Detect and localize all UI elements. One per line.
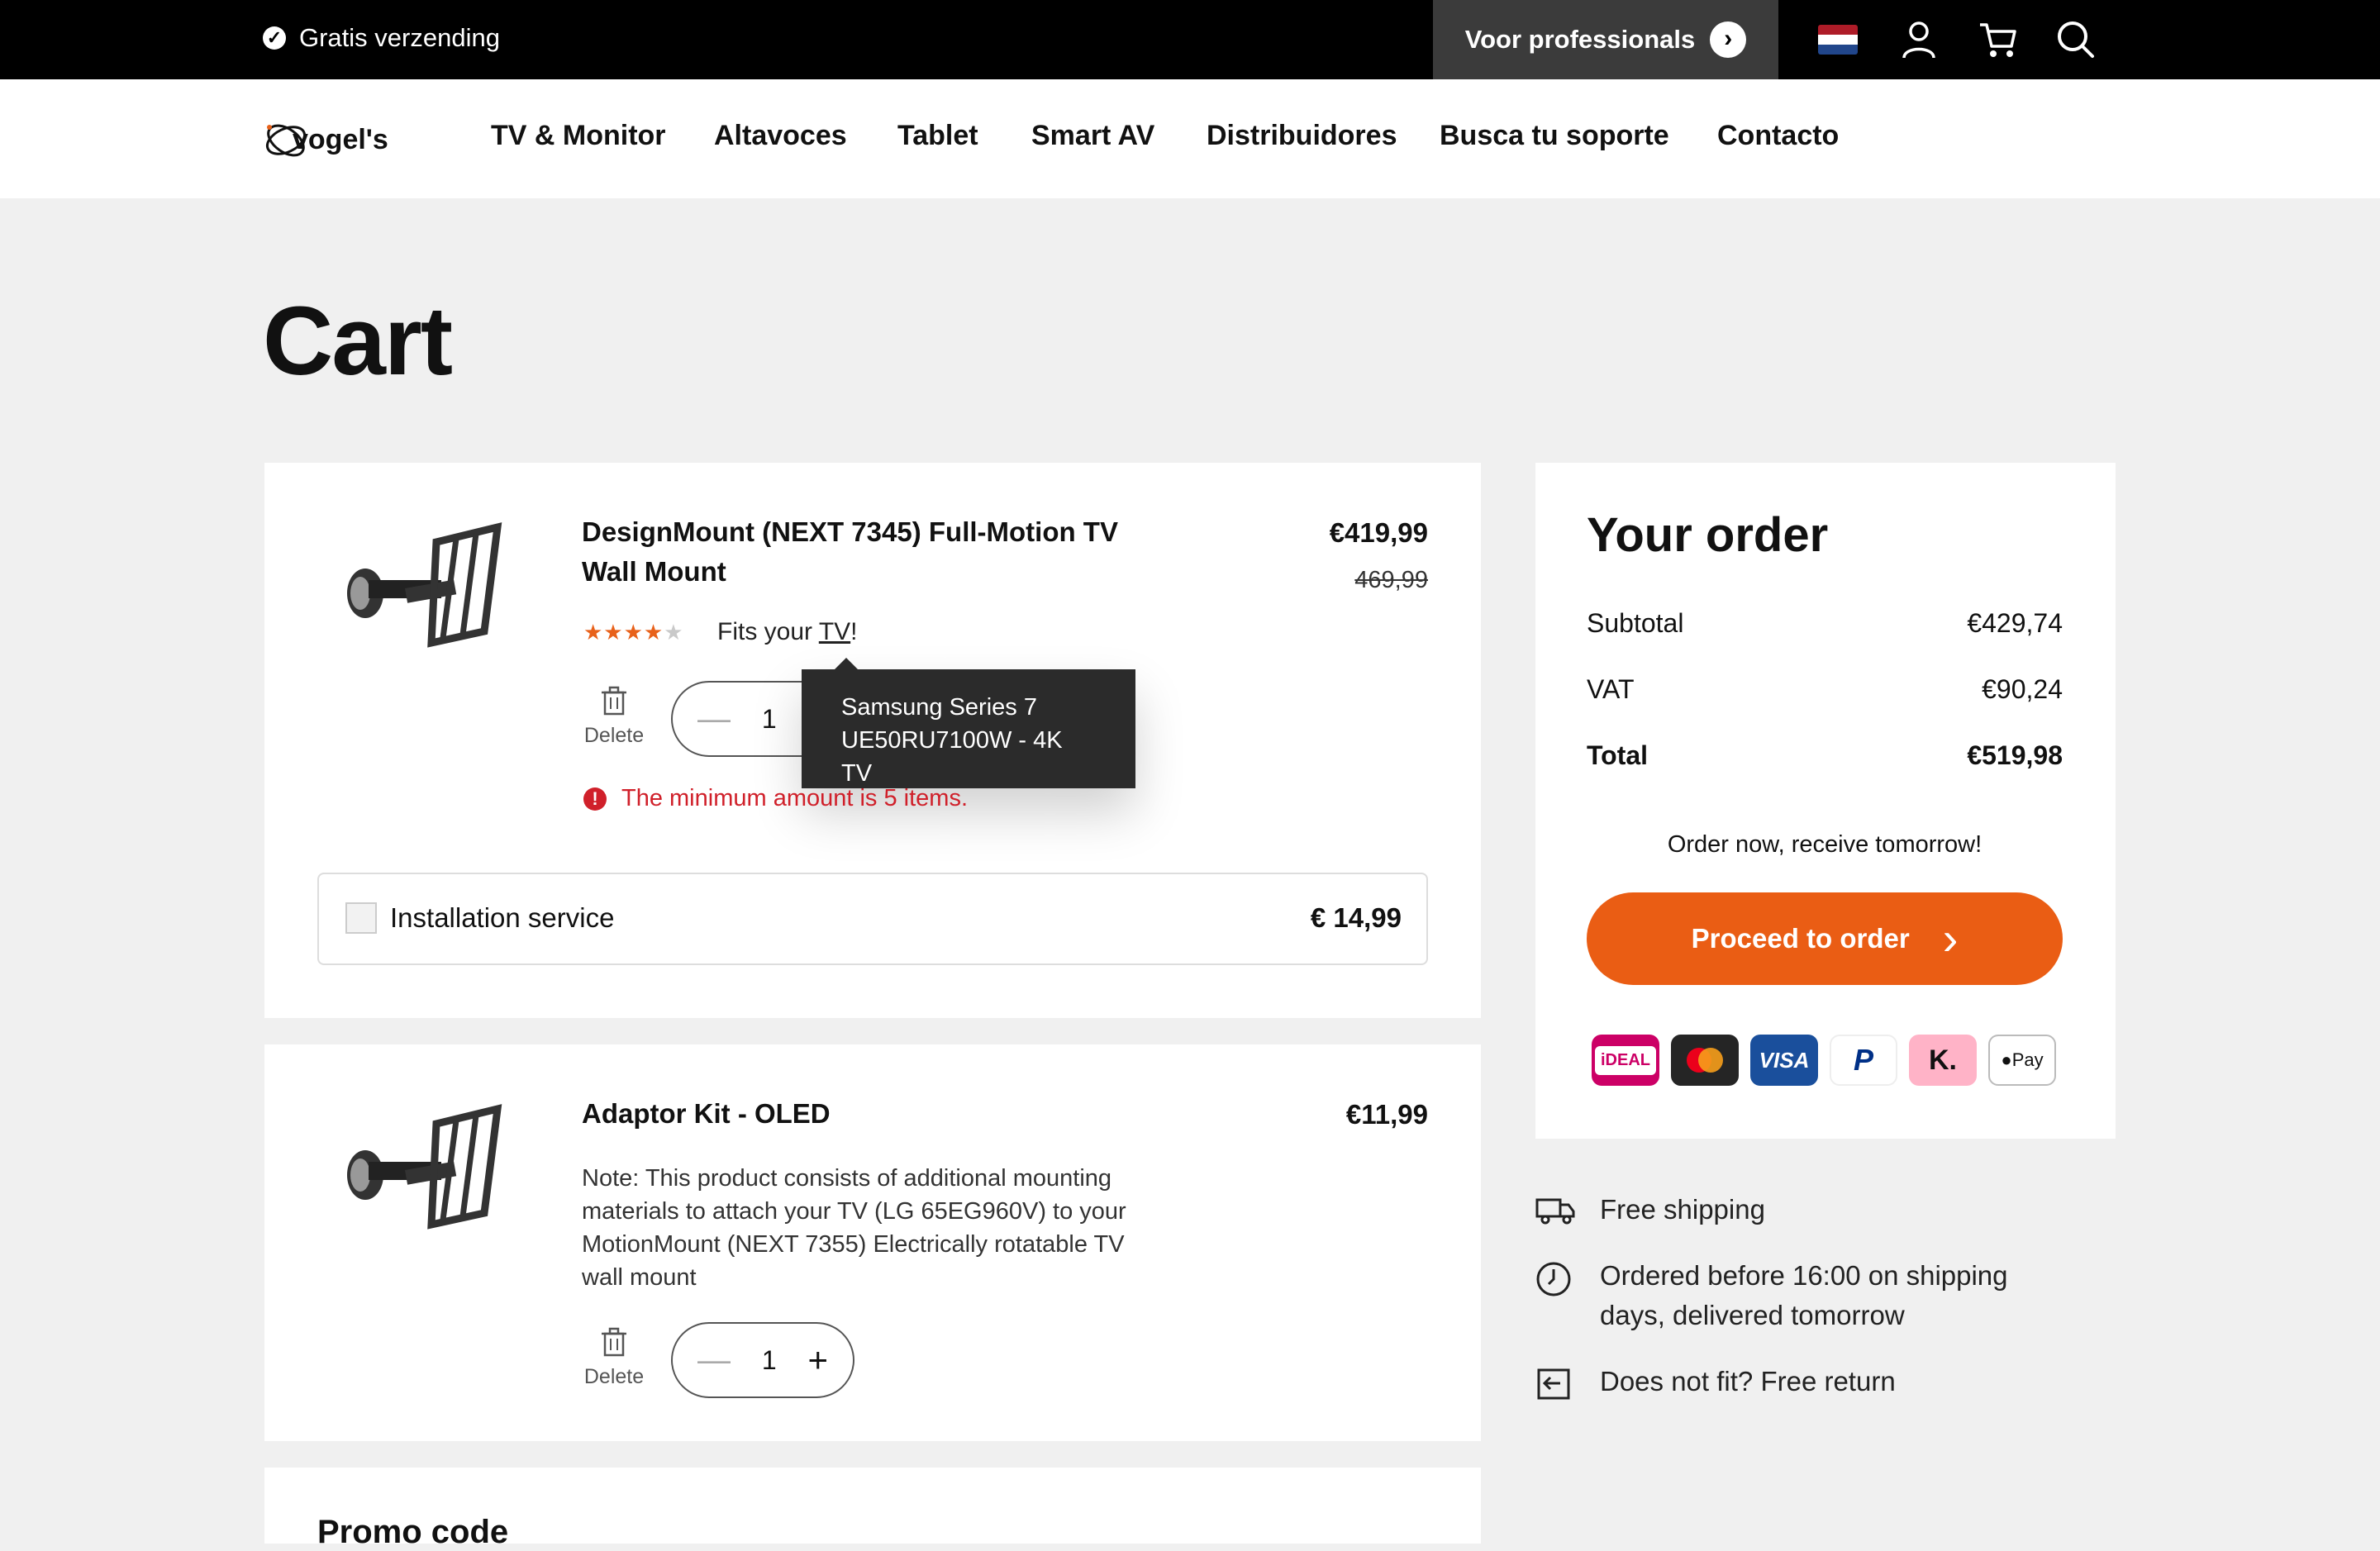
- nav-tablet[interactable]: Tablet: [897, 120, 978, 152]
- nav-busca-soporte[interactable]: Busca tu soporte: [1440, 120, 1669, 152]
- apple-pay-icon: ● Pay: [1988, 1035, 2056, 1086]
- product-image[interactable]: [336, 517, 509, 649]
- page-title: Cart: [263, 287, 453, 396]
- installation-checkbox[interactable]: [345, 902, 377, 934]
- nav-altavoces[interactable]: Altavoces: [714, 120, 847, 152]
- delete-button[interactable]: Delete: [577, 684, 651, 748]
- chevron-right-icon: ›: [1942, 912, 1959, 964]
- delete-button[interactable]: Delete: [577, 1325, 651, 1389]
- nav-tv-monitor[interactable]: TV & Monitor: [491, 120, 666, 152]
- total-row: Total €519,98: [1587, 740, 2063, 770]
- product-note: Note: This product consists of additiona…: [582, 1165, 1126, 1291]
- order-summary-title: Your order: [1587, 508, 1829, 562]
- nav-smart-av[interactable]: Smart AV: [1031, 120, 1154, 152]
- account-icon[interactable]: [1896, 17, 1942, 63]
- check-icon: ✓: [263, 26, 286, 50]
- fits-tv-link[interactable]: TV: [819, 618, 850, 645]
- professionals-button[interactable]: Voor professionals ›: [1433, 0, 1778, 79]
- promo-title: Promo code: [317, 1514, 509, 1550]
- vogels-logo[interactable]: vogel's: [263, 109, 420, 167]
- vat-row: VAT €90,24: [1587, 674, 2063, 704]
- paypal-icon: P: [1830, 1035, 1897, 1086]
- flag-nl-icon[interactable]: [1818, 25, 1858, 55]
- shipping-text: Gratis verzending: [299, 23, 500, 52]
- logo-text: vogel's: [293, 124, 388, 155]
- error-icon: !: [583, 787, 607, 811]
- rating-stars: ★★★★★: [583, 620, 684, 645]
- product-image[interactable]: [336, 1099, 509, 1231]
- minus-icon[interactable]: —: [697, 701, 731, 738]
- cart-icon[interactable]: [1975, 17, 2021, 63]
- quantity-value: 1: [761, 703, 777, 734]
- product-name[interactable]: DesignMount (NEXT 7345) Full-Motion TV W…: [582, 512, 1118, 592]
- minus-icon[interactable]: —: [697, 1342, 731, 1379]
- quantity-stepper[interactable]: — 1 +: [671, 1322, 854, 1398]
- shipping-notice: ✓ Gratis verzending: [263, 23, 500, 53]
- original-price: 469,99: [1354, 567, 1428, 593]
- proceed-to-order-button[interactable]: Proceed to order ›: [1587, 892, 2063, 985]
- ideal-icon: iDEAL: [1592, 1035, 1659, 1086]
- search-icon[interactable]: [2053, 17, 2099, 63]
- nav-distribuidores[interactable]: Distribuidores: [1207, 120, 1397, 152]
- fits-your-tv: Fits your TV!: [717, 618, 858, 645]
- installation-service-option[interactable]: Installation service € 14,99: [317, 873, 1428, 965]
- product-price: €11,99: [1345, 1099, 1428, 1130]
- quantity-value: 1: [761, 1344, 777, 1375]
- product-name[interactable]: Adaptor Kit - OLED: [582, 1094, 831, 1134]
- nav-contacto[interactable]: Contacto: [1717, 120, 1839, 152]
- tv-tooltip: Samsung Series 7 UE50RU7100W - 4K TV: [802, 658, 1135, 788]
- mastercard-icon: [1671, 1035, 1739, 1086]
- professionals-label: Voor professionals: [1464, 25, 1696, 54]
- top-bar: ✓ Gratis verzending Voor professionals ›: [0, 0, 2380, 79]
- return-icon: [1537, 1368, 1570, 1400]
- product-price: €419,99: [1329, 517, 1428, 548]
- trash-icon: [602, 686, 626, 716]
- chevron-right-icon: ›: [1710, 21, 1747, 58]
- subtotal-row: Subtotal €429,74: [1587, 608, 2063, 638]
- plus-icon[interactable]: +: [807, 1340, 828, 1380]
- klarna-icon: K.: [1909, 1035, 1977, 1086]
- installation-price: € 14,99: [1310, 902, 1402, 933]
- trash-icon: [602, 1327, 626, 1357]
- installation-label: Installation service: [390, 902, 615, 933]
- minimum-amount-error: ! The minimum amount is 5 items.: [583, 785, 968, 812]
- visa-icon: VISA: [1750, 1035, 1818, 1086]
- clock-icon: [1536, 1262, 1571, 1296]
- delivery-note: Order now, receive tomorrow!: [1667, 831, 1983, 858]
- truck-icon: [1535, 1198, 1575, 1225]
